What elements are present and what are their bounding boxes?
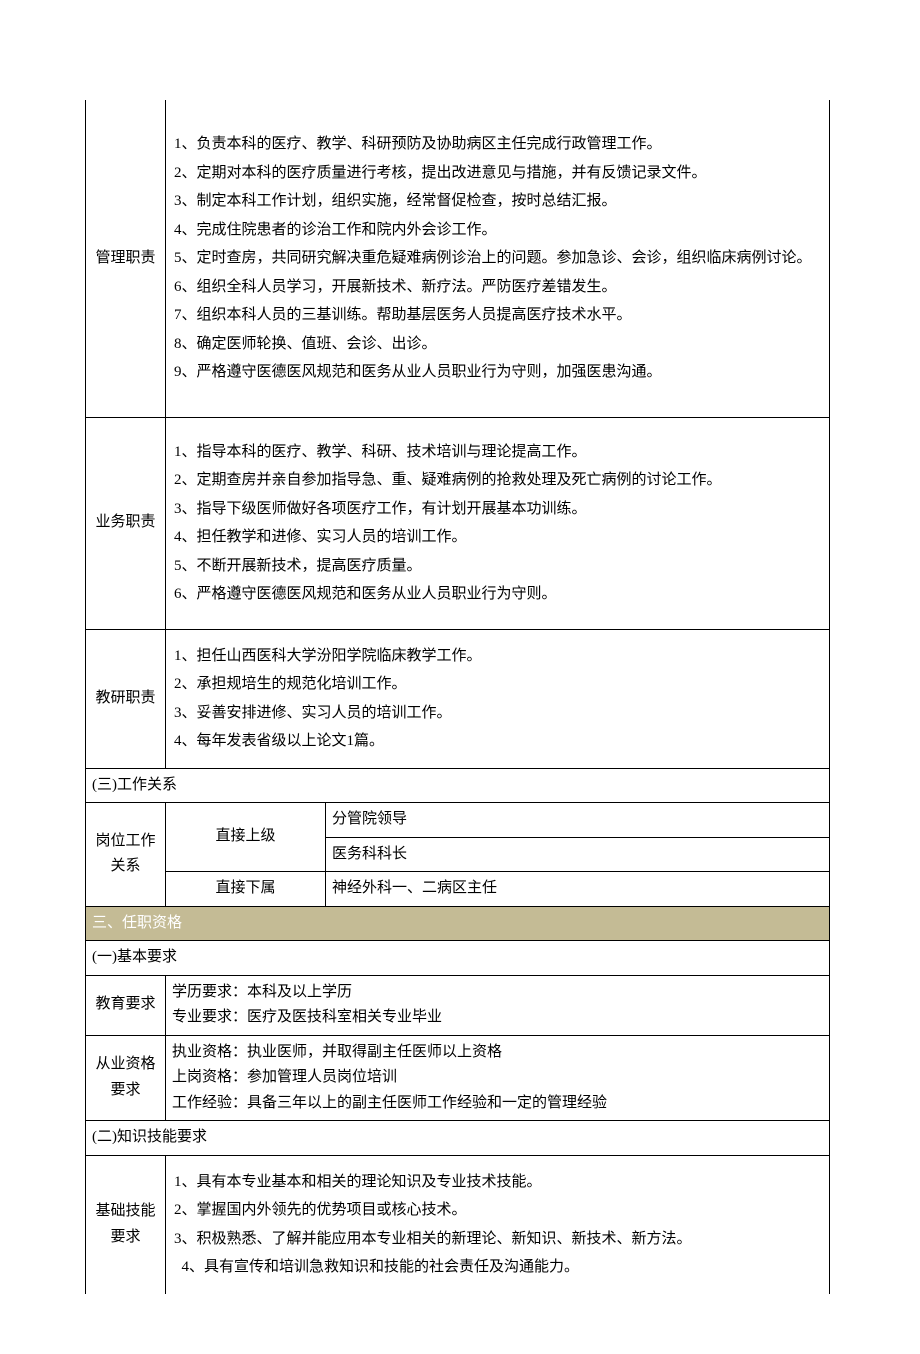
teach-item: 1、担任山西医科大学汾阳学院临床教学工作。 bbox=[174, 642, 821, 671]
edu-line: 专业要求：医疗及医技科室相关专业毕业 bbox=[172, 1005, 823, 1031]
teach-item: 3、妥善安排进修、实习人员的培训工作。 bbox=[174, 699, 821, 728]
label-edu-req: 教育要求 bbox=[86, 975, 166, 1035]
content-base-skill: 1、具有本专业基本和相关的理论知识及专业技术技能。 2、掌握国内外领先的优势项目… bbox=[166, 1155, 830, 1294]
row-work-rel-header: (三)工作关系 bbox=[86, 768, 830, 803]
value-subordinate: 神经外科一、二病区主任 bbox=[326, 872, 830, 907]
header-basic-req: (一)基本要求 bbox=[86, 941, 830, 976]
label-base-skill: 基础技能要求 bbox=[86, 1155, 166, 1294]
mgmt-item: 1、负责本科的医疗、教学、科研预防及协助病区主任完成行政管理工作。 bbox=[174, 130, 821, 159]
qual-line: 执业资格：执业医师，并取得副主任医师以上资格 bbox=[172, 1040, 823, 1066]
label-qual-req: 从业资格要求 bbox=[86, 1035, 166, 1121]
skill-item: 1、具有本专业基本和相关的理论知识及专业技术技能。 bbox=[174, 1168, 821, 1197]
label-mgmt-duties: 管理职责 bbox=[86, 100, 166, 417]
label-biz-duties: 业务职责 bbox=[86, 417, 166, 629]
row-section3-header: 三、任职资格 bbox=[86, 906, 830, 941]
teach-item: 4、每年发表省级以上论文1篇。 bbox=[174, 727, 821, 756]
header-skill-req: (二)知识技能要求 bbox=[86, 1121, 830, 1156]
biz-item: 1、指导本科的医疗、教学、科研、技术培训与理论提高工作。 bbox=[174, 438, 821, 467]
edu-line: 学历要求：本科及以上学历 bbox=[172, 980, 823, 1006]
row-qual-req: 从业资格要求 执业资格：执业医师，并取得副主任医师以上资格 上岗资格：参加管理人… bbox=[86, 1035, 830, 1121]
mgmt-item: 3、制定本科工作计划，组织实施，经常督促检查，按时总结汇报。 bbox=[174, 187, 821, 216]
header-qualification: 三、任职资格 bbox=[86, 906, 830, 941]
qual-line: 上岗资格：参加管理人员岗位培训 bbox=[172, 1065, 823, 1091]
row-biz-duties: 业务职责 1、指导本科的医疗、教学、科研、技术培训与理论提高工作。 2、定期查房… bbox=[86, 417, 830, 629]
biz-item: 4、担任教学和进修、实习人员的培训工作。 bbox=[174, 523, 821, 552]
mgmt-item: 8、确定医师轮换、值班、会诊、出诊。 bbox=[174, 330, 821, 359]
row-basic-header: (一)基本要求 bbox=[86, 941, 830, 976]
content-biz-duties: 1、指导本科的医疗、教学、科研、技术培训与理论提高工作。 2、定期查房并亲自参加… bbox=[166, 417, 830, 629]
biz-item: 6、严格遵守医德医风规范和医务从业人员职业行为守则。 bbox=[174, 580, 821, 609]
label-direct-superior: 直接上级 bbox=[166, 803, 326, 872]
value-superior-1: 分管院领导 bbox=[326, 803, 830, 838]
content-qual-req: 执业资格：执业医师，并取得副主任医师以上资格 上岗资格：参加管理人员岗位培训 工… bbox=[166, 1035, 830, 1121]
qual-line: 工作经验：具备三年以上的副主任医师工作经验和一定的管理经验 bbox=[172, 1091, 823, 1117]
mgmt-item: 7、组织本科人员的三基训练。帮助基层医务人员提高医疗技术水平。 bbox=[174, 301, 821, 330]
content-mgmt-duties: 1、负责本科的医疗、教学、科研预防及协助病区主任完成行政管理工作。 2、定期对本… bbox=[166, 100, 830, 417]
teach-item: 2、承担规培生的规范化培训工作。 bbox=[174, 670, 821, 699]
label-work-rel: 岗位工作关系 bbox=[86, 803, 166, 907]
biz-item: 3、指导下级医师做好各项医疗工作，有计划开展基本功训练。 bbox=[174, 495, 821, 524]
skill-item: 3、积极熟悉、了解并能应用本专业相关的新理论、新知识、新技术、新方法。 bbox=[174, 1225, 821, 1254]
row-skill-header: (二)知识技能要求 bbox=[86, 1121, 830, 1156]
mgmt-item: 6、组织全科人员学习，开展新技术、新疗法。严防医疗差错发生。 bbox=[174, 273, 821, 302]
row-teach-duties: 教研职责 1、担任山西医科大学汾阳学院临床教学工作。 2、承担规培生的规范化培训… bbox=[86, 629, 830, 768]
row-mgmt-duties: 管理职责 1、负责本科的医疗、教学、科研预防及协助病区主任完成行政管理工作。 2… bbox=[86, 100, 830, 417]
mgmt-item: 4、完成住院患者的诊治工作和院内外会诊工作。 bbox=[174, 216, 821, 245]
biz-item: 2、定期查房并亲自参加指导急、重、疑难病例的抢救处理及死亡病例的讨论工作。 bbox=[174, 466, 821, 495]
content-teach-duties: 1、担任山西医科大学汾阳学院临床教学工作。 2、承担规培生的规范化培训工作。 3… bbox=[166, 629, 830, 768]
label-direct-subordinate: 直接下属 bbox=[166, 872, 326, 907]
header-work-rel: (三)工作关系 bbox=[86, 768, 830, 803]
row-base-skill: 基础技能要求 1、具有本专业基本和相关的理论知识及专业技术技能。 2、掌握国内外… bbox=[86, 1155, 830, 1294]
row-work-rel-sup1: 岗位工作关系 直接上级 分管院领导 bbox=[86, 803, 830, 838]
skill-item: 4、具有宣传和培训急救知识和技能的社会责任及沟通能力。 bbox=[174, 1253, 821, 1282]
mgmt-item: 2、定期对本科的医疗质量进行考核，提出改进意见与措施，并有反馈记录文件。 bbox=[174, 159, 821, 188]
biz-item: 5、不断开展新技术，提高医疗质量。 bbox=[174, 552, 821, 581]
value-superior-2: 医务科科长 bbox=[326, 837, 830, 872]
row-edu-req: 教育要求 学历要求：本科及以上学历 专业要求：医疗及医技科室相关专业毕业 bbox=[86, 975, 830, 1035]
job-spec-table: 管理职责 1、负责本科的医疗、教学、科研预防及协助病区主任完成行政管理工作。 2… bbox=[85, 100, 830, 1294]
mgmt-item: 9、严格遵守医德医风规范和医务从业人员职业行为守则，加强医患沟通。 bbox=[174, 358, 821, 387]
content-edu-req: 学历要求：本科及以上学历 专业要求：医疗及医技科室相关专业毕业 bbox=[166, 975, 830, 1035]
row-work-rel-sub: 直接下属 神经外科一、二病区主任 bbox=[86, 872, 830, 907]
mgmt-item: 5、定时查房，共同研究解决重危疑难病例诊治上的问题。参加急诊、会诊，组织临床病例… bbox=[174, 244, 821, 273]
label-teach-duties: 教研职责 bbox=[86, 629, 166, 768]
skill-item: 2、掌握国内外领先的优势项目或核心技术。 bbox=[174, 1196, 821, 1225]
